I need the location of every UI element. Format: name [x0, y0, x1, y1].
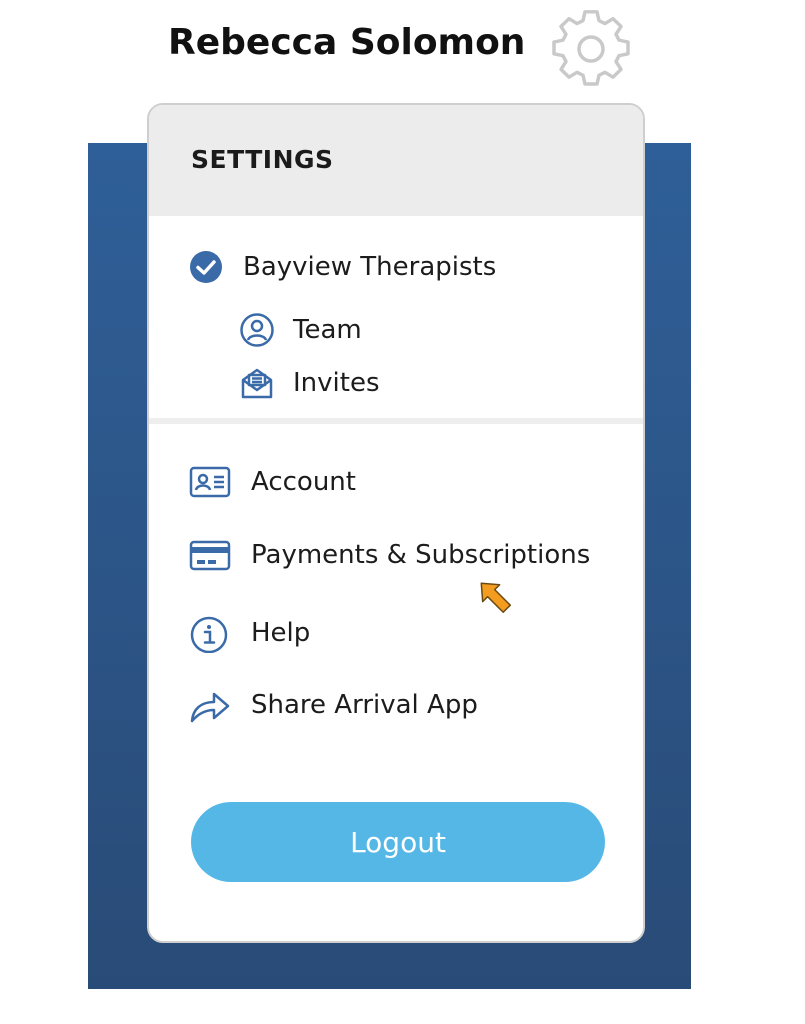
settings-title: SETTINGS	[191, 145, 334, 174]
menu-item-account[interactable]: Account	[189, 465, 356, 499]
menu-item-invites[interactable]: Invites	[239, 365, 380, 401]
gear-icon[interactable]	[552, 10, 630, 88]
menu-item-label: Help	[251, 618, 311, 648]
menu-item-label: Payments & Subscriptions	[251, 540, 591, 570]
envelope-open-icon	[239, 365, 275, 401]
check-circle-icon	[189, 250, 223, 284]
logout-button[interactable]: Logout	[191, 802, 605, 882]
settings-header: SETTINGS	[149, 105, 643, 216]
user-name: Rebecca Solomon	[168, 22, 526, 63]
info-circle-icon	[189, 613, 229, 653]
menu-item-label: Team	[293, 315, 362, 345]
menu-item-payments-subscriptions[interactable]: Payments & Subscriptions	[189, 538, 590, 572]
settings-menu-card: SETTINGS Bayview Therapists Team Invites…	[147, 103, 645, 943]
pointer-arrow-icon	[472, 574, 516, 618]
menu-item-team[interactable]: Team	[239, 312, 362, 348]
menu-item-label: Share Arrival App	[251, 690, 478, 720]
menu-divider	[149, 418, 643, 424]
menu-item-help[interactable]: Help	[189, 613, 310, 653]
page: Rebecca Solomon SETTINGS Bayview Therapi…	[0, 0, 805, 1024]
share-arrow-icon	[189, 685, 231, 725]
id-card-icon	[189, 465, 231, 499]
menu-item-label: Account	[251, 467, 356, 497]
person-circle-icon	[239, 312, 275, 348]
menu-item-label: Bayview Therapists	[243, 252, 497, 282]
credit-card-icon	[189, 538, 231, 572]
menu-item-share-arrival-app[interactable]: Share Arrival App	[189, 685, 478, 725]
menu-item-label: Invites	[293, 368, 380, 398]
menu-item-bayview-therapists[interactable]: Bayview Therapists	[189, 250, 496, 284]
